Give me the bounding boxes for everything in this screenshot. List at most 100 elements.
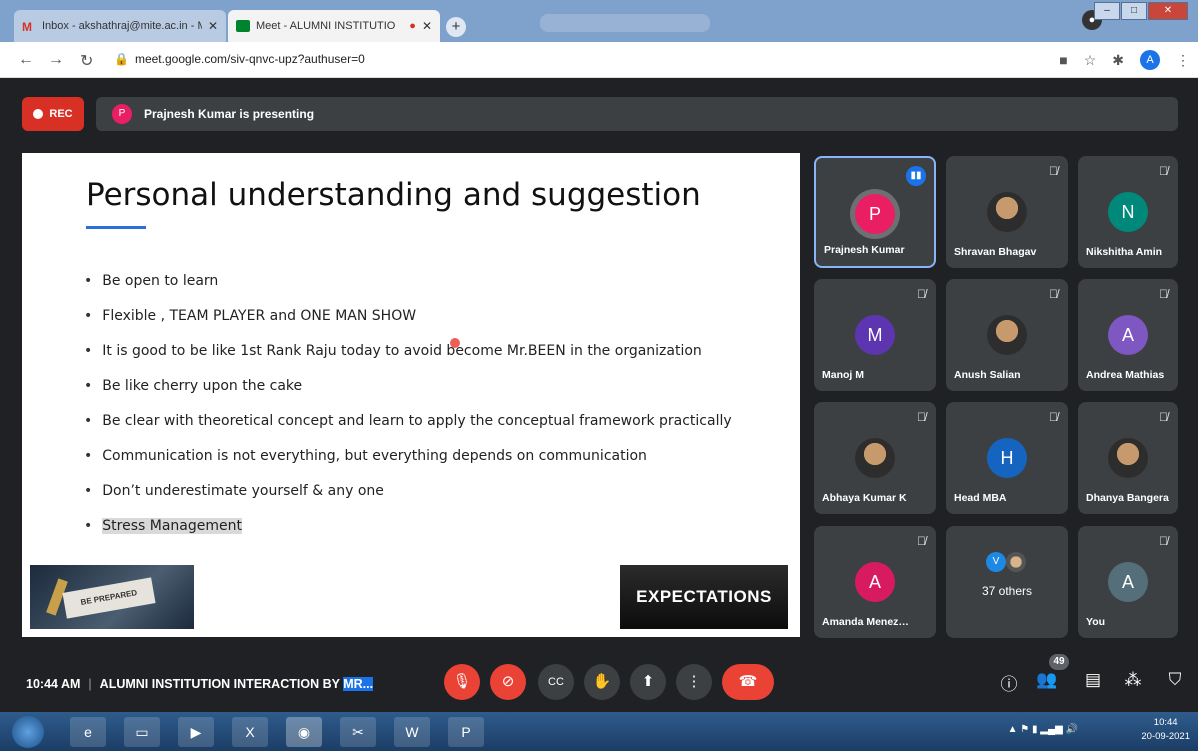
recording-badge[interactable]: REC bbox=[22, 97, 84, 131]
participant-tile[interactable]: 🎙̸ M Manoj M bbox=[814, 279, 936, 391]
excel-icon[interactable]: X bbox=[232, 717, 268, 747]
avatar bbox=[987, 315, 1027, 355]
present-button[interactable]: ⬆ bbox=[630, 664, 666, 700]
participant-tile[interactable]: 🎙̸ Anush Salian bbox=[946, 279, 1068, 391]
ie-icon[interactable]: e bbox=[70, 717, 106, 747]
bullet-item: Don’t underestimate yourself & any one bbox=[84, 481, 732, 516]
chrome-icon[interactable]: ◉ bbox=[286, 717, 322, 747]
be-prepared-image: BE PREPARED bbox=[30, 565, 194, 629]
window-controls: – □ ✕ bbox=[1093, 2, 1188, 20]
camera-toggle-button[interactable]: ⊘ bbox=[490, 664, 526, 700]
participant-name: Anush Salian bbox=[954, 369, 1021, 381]
others-avatars: V bbox=[986, 552, 1026, 572]
leave-call-button[interactable]: ☎ bbox=[722, 664, 774, 700]
record-dot-icon bbox=[33, 109, 44, 119]
new-tab-button[interactable]: + bbox=[446, 17, 466, 37]
participant-tile[interactable]: 🎙̸ Abhaya Kumar K bbox=[814, 402, 936, 514]
snipping-tool-icon[interactable]: ✂ bbox=[340, 717, 376, 747]
close-window-button[interactable]: ✕ bbox=[1148, 2, 1188, 20]
more-options-button[interactable]: ⋮ bbox=[676, 664, 712, 700]
captions-button[interactable]: CC bbox=[538, 664, 574, 700]
avatar-photo bbox=[1006, 552, 1026, 572]
meeting-title[interactable]: ALUMNI INSTITUTION INTERACTION BY bbox=[100, 677, 344, 691]
star-icon[interactable]: ☆ bbox=[1084, 52, 1097, 69]
back-icon[interactable]: ← bbox=[18, 51, 34, 69]
start-button[interactable] bbox=[12, 716, 44, 748]
url-field[interactable]: 🔒 meet.google.com/siv-qnvc-upz?authuser=0 bbox=[114, 52, 365, 66]
participant-tile[interactable]: 🎙̸ Shravan Bhagav bbox=[946, 156, 1068, 268]
mic-toggle-button[interactable]: 🎙 bbox=[444, 664, 480, 700]
participant-name: Shravan Bhagav bbox=[954, 246, 1037, 258]
camera-indicator-icon[interactable]: ■ bbox=[1059, 52, 1067, 68]
media-player-icon[interactable]: ▶ bbox=[178, 717, 214, 747]
people-icon[interactable]: 👥 bbox=[1036, 670, 1058, 690]
mic-off-icon: 🎙̸ bbox=[1159, 164, 1168, 178]
word-icon[interactable]: W bbox=[394, 717, 430, 747]
more-menu-icon[interactable]: ⋮ bbox=[1176, 52, 1190, 69]
mic-off-icon: 🎙̸ bbox=[917, 534, 926, 548]
tab-gmail[interactable]: M Inbox - akshathraj@mite.ac.in - M ✕ bbox=[14, 10, 226, 42]
profile-avatar[interactable]: A bbox=[1140, 50, 1160, 70]
url-text: meet.google.com/siv-qnvc-upz?authuser=0 bbox=[134, 52, 365, 66]
host-controls-icon[interactable]: ⛉ bbox=[1164, 670, 1186, 690]
participant-tile[interactable]: 🎙̸ A Amanda Menez… bbox=[814, 526, 936, 638]
presentation-slide: Personal understanding and suggestion Be… bbox=[22, 153, 800, 637]
participant-tile[interactable]: 🎙̸ N Nikshitha Amin bbox=[1078, 156, 1178, 268]
tab-meet[interactable]: Meet - ALUMNI INSTITUTIO ● ✕ bbox=[228, 10, 440, 42]
participant-tile-self[interactable]: 🎙̸ A You bbox=[1078, 526, 1178, 638]
recording-dot-icon: ● bbox=[409, 20, 416, 32]
mic-off-icon: 🎙̸ bbox=[917, 410, 926, 424]
blurred-tab bbox=[540, 14, 710, 32]
avatar bbox=[1108, 438, 1148, 478]
reload-icon[interactable]: ↻ bbox=[80, 51, 93, 71]
participant-tile[interactable]: ▮▮ P Prajnesh Kumar bbox=[814, 156, 936, 268]
system-tray[interactable]: ▲ ⚑ ▮ ▂▄▆ 🔊 bbox=[1008, 724, 1078, 735]
participant-tile[interactable]: 🎙̸ A Andrea Mathias bbox=[1078, 279, 1178, 391]
presenting-banner: P Prajnesh Kumar is presenting bbox=[96, 97, 1178, 131]
avatar: P bbox=[855, 194, 895, 234]
mic-off-icon: 🎙̸ bbox=[1049, 287, 1058, 301]
mic-off-icon: 🎙̸ bbox=[917, 287, 926, 301]
clock-date: 20-09-2021 bbox=[1141, 731, 1190, 742]
powerpoint-icon[interactable]: P bbox=[448, 717, 484, 747]
avatar: A bbox=[855, 562, 895, 602]
close-icon[interactable]: ✕ bbox=[422, 19, 432, 33]
raise-hand-button[interactable]: ✋ bbox=[584, 664, 620, 700]
gmail-icon: M bbox=[22, 20, 32, 34]
avatar: N bbox=[1108, 192, 1148, 232]
activities-icon[interactable]: ⁂ bbox=[1122, 670, 1144, 690]
avatar: M bbox=[855, 315, 895, 355]
bullet-item: Stress Management bbox=[84, 516, 732, 551]
minimize-button[interactable]: – bbox=[1094, 2, 1120, 20]
expectations-image: EXPECTATIONS bbox=[620, 565, 788, 629]
title-underline bbox=[86, 226, 146, 229]
system-clock[interactable]: 10:44 20-09-2021 bbox=[1141, 716, 1190, 744]
bullet-item: Be clear with theoretical concept and le… bbox=[84, 411, 731, 446]
meeting-details-icon[interactable]: ⓘ bbox=[998, 670, 1020, 695]
bullet-item: Communication is not everything, but eve… bbox=[84, 446, 732, 481]
avatar: H bbox=[987, 438, 1027, 478]
tab-title: Meet - ALUMNI INSTITUTIO bbox=[256, 20, 396, 32]
clock-time: 10:44 bbox=[1153, 717, 1178, 728]
maximize-button[interactable]: □ bbox=[1121, 2, 1147, 20]
participant-tile[interactable]: 🎙̸ H Head MBA bbox=[946, 402, 1068, 514]
bullet-item: Be like cherry upon the cake bbox=[84, 376, 732, 411]
slide-title: Personal understanding and suggestion bbox=[86, 177, 701, 213]
mic-off-icon: 🎙̸ bbox=[1159, 287, 1168, 301]
mic-off-icon: 🎙̸ bbox=[1049, 164, 1058, 178]
chat-icon[interactable]: ▤ bbox=[1082, 670, 1104, 690]
presenting-text: Prajnesh Kumar is presenting bbox=[144, 107, 315, 121]
participant-name: Abhaya Kumar K bbox=[822, 492, 907, 504]
address-bar: ← → ↻ 🔒 meet.google.com/siv-qnvc-upz?auth… bbox=[0, 42, 1198, 78]
close-icon[interactable]: ✕ bbox=[208, 19, 218, 33]
others-tile[interactable]: V 37 others bbox=[946, 526, 1068, 638]
participant-name: Manoj M bbox=[822, 369, 864, 381]
avatar bbox=[987, 192, 1027, 232]
folder-icon[interactable]: ▭ bbox=[124, 717, 160, 747]
participant-tile[interactable]: 🎙̸ Dhanya Bangera bbox=[1078, 402, 1178, 514]
forward-icon[interactable]: → bbox=[48, 51, 64, 69]
extensions-icon[interactable]: ✱ bbox=[1112, 52, 1124, 69]
bullet-item: Be open to learn bbox=[84, 271, 732, 306]
avatar: A bbox=[1108, 562, 1148, 602]
participant-name: Andrea Mathias bbox=[1086, 369, 1165, 381]
